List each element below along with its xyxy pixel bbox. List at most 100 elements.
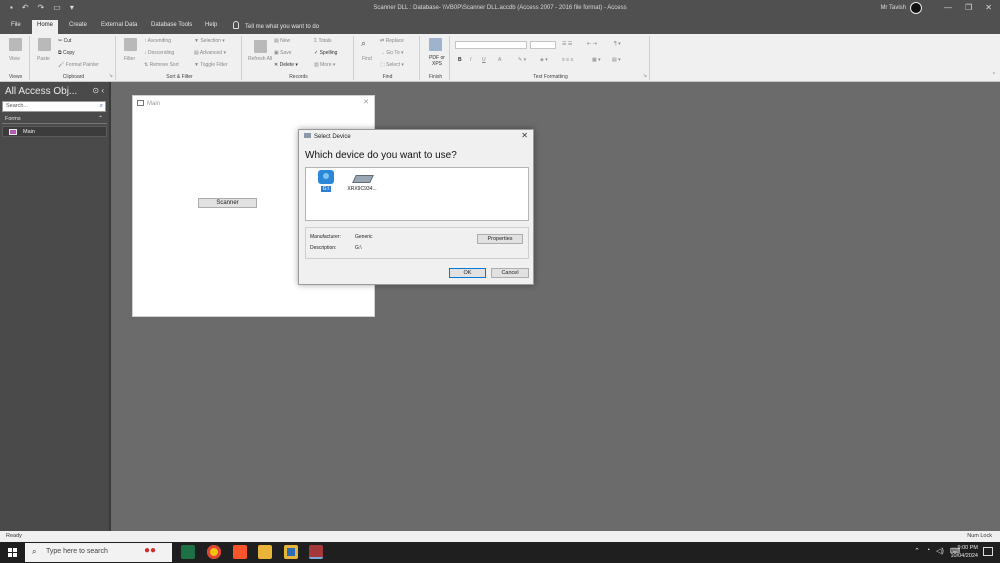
ascending-label: Ascending [147, 38, 171, 44]
avatar[interactable] [910, 2, 922, 14]
totals-button[interactable]: Σ Totals [314, 38, 332, 44]
bullets-icon[interactable]: ☰ ☰ [562, 41, 572, 47]
tab-home[interactable]: Home [32, 20, 59, 34]
pdf-icon [429, 38, 442, 51]
replace-button[interactable]: ⇄ Replace [380, 38, 404, 44]
copy-label: Copy [62, 50, 75, 56]
find-button[interactable]: Find [362, 56, 372, 62]
ascending-button[interactable]: ↑ Ascending [144, 38, 171, 44]
toggle-filter-button[interactable]: ▼ Toggle Filter [194, 62, 227, 68]
advanced-button[interactable]: ▤ Advanced ▾ [194, 50, 226, 56]
new-record-button[interactable]: ▤ New [274, 38, 290, 44]
taskbar-search-input[interactable]: ⌕ Type here to search ●● [25, 543, 172, 562]
clipboard-launcher-icon[interactable]: ↘ [109, 73, 113, 79]
restore-button[interactable]: ❐ [965, 3, 972, 12]
spelling-button[interactable]: ✓ Spelling [314, 50, 337, 56]
refresh-all-button[interactable]: Refresh All [248, 56, 273, 62]
finish-group-label: Finish [428, 74, 443, 80]
close-icon[interactable]: ✕ [363, 98, 369, 106]
main-form-title-text: Main [147, 101, 161, 107]
volume-icon[interactable]: ◁) [936, 547, 944, 555]
tab-file[interactable]: File [6, 20, 26, 34]
filter-button[interactable]: Filter [124, 56, 135, 62]
tab-create[interactable]: Create [64, 20, 92, 34]
close-window-button[interactable]: ✕ [985, 3, 992, 12]
text-formatting-launcher-icon[interactable]: ↘ [643, 73, 647, 79]
network-icon[interactable]: ◔ [926, 547, 930, 555]
view-button[interactable]: View [9, 56, 20, 62]
excel-icon[interactable] [181, 545, 195, 559]
chrome-icon[interactable] [207, 545, 221, 559]
dialog-title-text: Select Device [314, 134, 351, 140]
nav-menu-icon[interactable]: ⊙ [92, 86, 99, 95]
font-color-button[interactable]: A [498, 57, 501, 63]
font-name-dropdown[interactable] [455, 41, 527, 49]
status-bar: Ready Num Lock [0, 531, 1000, 542]
go-to-button[interactable]: → Go To ▾ [380, 50, 404, 56]
pdf-xps-button[interactable]: PDF or XPS [426, 55, 448, 67]
italic-button[interactable]: I [470, 57, 471, 63]
underline-button[interactable]: U [482, 57, 486, 63]
filter-icon [124, 38, 137, 51]
properties-button[interactable]: Properties [477, 234, 523, 244]
scanner-icon [354, 170, 370, 184]
collapse-ribbon-icon[interactable]: ⌃ [992, 72, 996, 78]
navigation-pane: All Access Obj... ⊙ ‹ Search... ⌕ Forms … [0, 82, 111, 531]
access-icon[interactable] [309, 545, 323, 559]
highlight-icon[interactable]: ✎ ▾ [518, 57, 526, 63]
bold-button[interactable]: B [458, 57, 462, 63]
font-size-dropdown[interactable] [530, 41, 556, 49]
paste-button[interactable]: Paste [37, 56, 50, 62]
align-icons[interactable]: ≡ ≡ ≡ [562, 57, 574, 63]
paste-icon [38, 38, 51, 51]
nav-section-forms[interactable]: Forms ⌃ [2, 115, 107, 124]
app-icon[interactable] [284, 545, 298, 559]
brave-icon[interactable] [233, 545, 247, 559]
cut-button[interactable]: ✂ Cut [58, 38, 71, 44]
tab-database-tools[interactable]: Database Tools [146, 20, 197, 34]
sort-filter-group-label: Sort & Filter [166, 74, 193, 80]
device-item-camera[interactable]: G:\ [308, 170, 344, 192]
tell-me-search[interactable]: Tell me what you want to do [233, 21, 319, 30]
search-icon[interactable]: ⌕ [100, 103, 103, 110]
nav-title[interactable]: All Access Obj... [5, 86, 77, 97]
device-list[interactable]: G:\ XRX9C934... [305, 167, 529, 221]
tab-external-data[interactable]: External Data [96, 20, 142, 34]
ok-button[interactable]: OK [449, 268, 486, 278]
nav-search-input[interactable]: Search... ⌕ [2, 101, 106, 112]
paragraph-icon[interactable]: ¶ ▾ [614, 41, 621, 47]
remove-sort-button[interactable]: ⇅ Remove Sort [144, 62, 179, 68]
descending-button[interactable]: ↓ Descending [144, 50, 174, 56]
delete-record-button[interactable]: ✕ Delete ▾ [274, 62, 298, 68]
windows-start-icon[interactable] [8, 548, 17, 557]
file-explorer-icon[interactable] [258, 545, 272, 559]
notification-icon[interactable] [983, 547, 993, 556]
close-icon[interactable]: ✕ [521, 131, 528, 140]
gridlines-icon[interactable]: ▦ ▾ [592, 57, 601, 63]
scanner-button[interactable]: Scanner [198, 198, 257, 208]
selection-button[interactable]: ▼ Selection ▾ [194, 38, 225, 44]
minimize-button[interactable]: — [944, 3, 952, 12]
copy-button[interactable]: ⧉ Copy [58, 50, 75, 56]
indent-icon[interactable]: ⇤ ⇥ [587, 41, 597, 47]
cancel-button[interactable]: Cancel [491, 268, 529, 278]
clock-date: 10/04/2024 [950, 553, 978, 559]
select-button[interactable]: ⬚ Select ▾ [380, 62, 404, 68]
shutter-bar-icon[interactable]: ‹ [101, 86, 104, 95]
more-button[interactable]: ▥ More ▾ [314, 62, 335, 68]
replace-label: Replace [385, 38, 404, 44]
user-name[interactable]: Mr Tavish [880, 5, 906, 11]
save-record-button[interactable]: ▣ Save [274, 50, 292, 56]
spelling-label: Spelling [319, 50, 338, 56]
nav-item-label: Main [23, 129, 35, 135]
clock[interactable]: 9:00 PM 10/04/2024 [950, 544, 978, 560]
format-painter-button[interactable]: 🖌 Format Painter [58, 62, 99, 68]
chevron-up-icon[interactable]: ⌃ [914, 547, 920, 555]
alternate-row-icon[interactable]: ▤ ▾ [612, 57, 621, 63]
nav-item-main[interactable]: Main [2, 126, 107, 137]
tab-help[interactable]: Help [200, 20, 222, 34]
device-label: G:\ [320, 186, 332, 192]
lightbulb-icon [233, 21, 239, 29]
device-item-scanner[interactable]: XRX9C934... [344, 170, 380, 192]
fill-color-icon[interactable]: ◈ ▾ [540, 57, 548, 63]
